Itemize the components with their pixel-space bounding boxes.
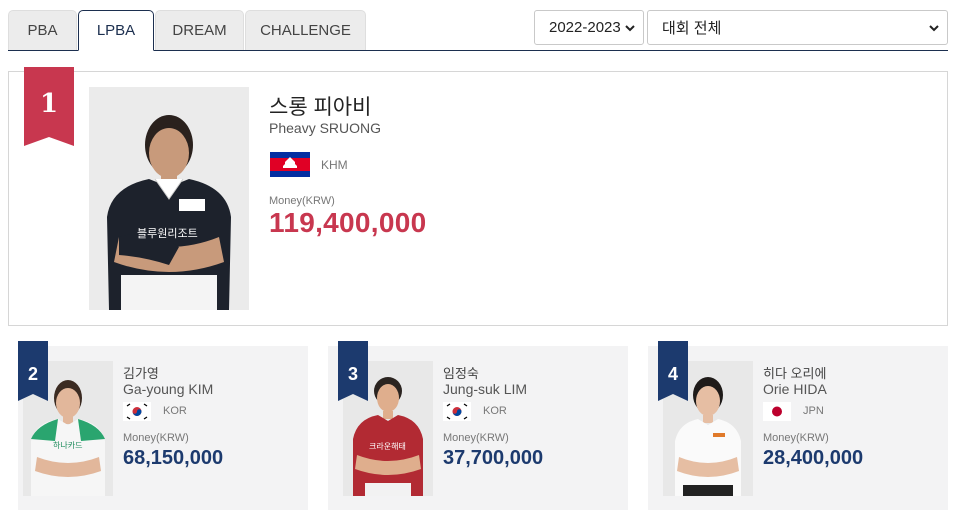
season-select[interactable]: 2022-2023 (534, 10, 644, 45)
rank-badge: 4 (658, 341, 688, 401)
korea-flag-icon (443, 402, 471, 421)
korea-flag-icon (123, 402, 151, 421)
season-select-value: 2022-2023 (549, 19, 621, 36)
rank-number: 3 (347, 364, 358, 384)
prize-money: 119,400,000 (269, 207, 427, 238)
player-name-english: Orie HIDA (763, 381, 827, 397)
money-label: Money(KRW) (763, 432, 829, 444)
player-name-korean[interactable]: 임정숙 (443, 363, 479, 382)
money-label: Money(KRW) (269, 195, 335, 207)
tab-dream[interactable]: DREAM (155, 10, 244, 50)
player-name-korean[interactable]: 김가영 (123, 363, 159, 382)
tournament-select[interactable]: 대회 전체 (647, 10, 948, 45)
prize-money: 37,700,000 (443, 447, 544, 469)
player-name-korean[interactable]: 스롱 피아비 (269, 91, 371, 121)
shirt-sponsor-text: 블루원리조트 (137, 228, 198, 240)
tab-challenge[interactable]: CHALLENGE (245, 10, 366, 50)
country-code: KHM (321, 158, 348, 172)
player-name-english: Pheavy SRUONG (269, 120, 382, 136)
rank-number: 1 (39, 89, 59, 119)
japan-flag-icon (763, 402, 791, 421)
rank-number: 2 (27, 364, 38, 384)
country-code: JPN (803, 405, 824, 417)
chevron-down-icon (929, 25, 939, 32)
prize-money: 28,400,000 (763, 447, 864, 469)
shirt-sponsor-text: 하나카드 (53, 441, 83, 450)
tab-pba[interactable]: PBA (8, 10, 77, 50)
player-name-english: Ga-young KIM (123, 381, 214, 397)
shirt-sponsor-text: 크라운해태 (369, 442, 406, 451)
rank-badge: 3 (338, 341, 368, 401)
rank-number: 4 (667, 364, 678, 384)
money-label: Money(KRW) (123, 432, 189, 444)
player-name-korean[interactable]: 히다 오리에 (763, 363, 826, 382)
money-label: Money(KRW) (443, 432, 509, 444)
rank-badge: 1 (24, 67, 74, 146)
player-photo: 블루원리조트 (89, 87, 249, 310)
rank-badge: 2 (18, 341, 48, 401)
country-code: KOR (163, 405, 187, 417)
chevron-down-icon (625, 25, 635, 32)
country-code: KOR (483, 405, 507, 417)
tab-lpba[interactable]: LPBA (78, 10, 154, 51)
cambodia-flag-icon (270, 152, 310, 177)
prize-money: 68,150,000 (123, 447, 224, 469)
player-name-english: Jung-suk LIM (443, 381, 528, 397)
tournament-select-value: 대회 전체 (662, 20, 722, 37)
